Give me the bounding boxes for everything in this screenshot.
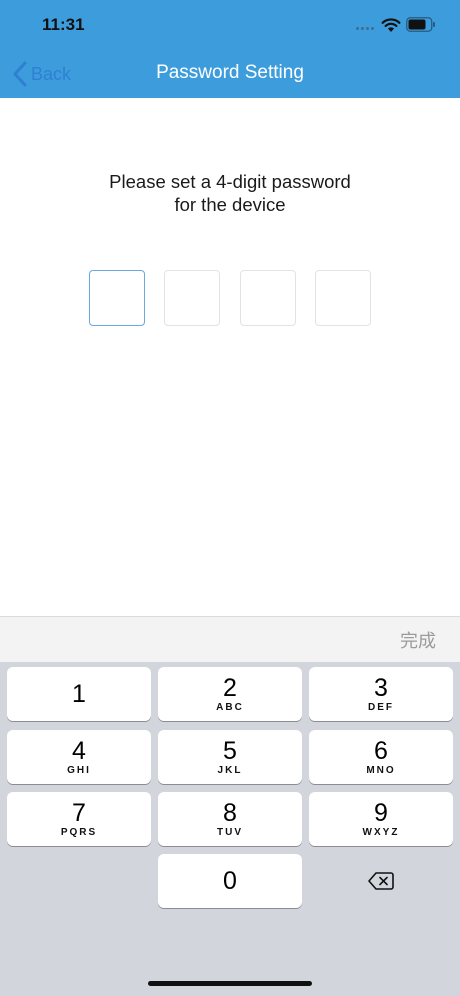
key-digit: 0 (223, 867, 237, 895)
key-8[interactable]: 8 TUV (158, 792, 302, 846)
key-3[interactable]: 3 DEF (309, 667, 453, 721)
key-letters: ABC (216, 702, 244, 713)
status-time: 11:31 (42, 15, 85, 34)
key-digit: 1 (72, 680, 86, 708)
pin-digit-box-2[interactable] (164, 270, 220, 326)
status-bar: 11:31 (0, 0, 460, 50)
key-letters: GHI (67, 765, 91, 776)
prompt-line-2: for the device (174, 194, 286, 215)
pin-digit-box-3[interactable] (240, 270, 296, 326)
battery-icon (406, 17, 435, 32)
navigation-bar: Back Password Setting (0, 50, 460, 98)
password-prompt: Please set a 4-digit password for the de… (0, 170, 460, 216)
key-7[interactable]: 7 PQRS (7, 792, 151, 846)
key-2[interactable]: 2 ABC (158, 667, 302, 721)
key-4[interactable]: 4 GHI (7, 730, 151, 784)
key-digit: 3 (374, 674, 388, 702)
key-letters: MNO (366, 765, 396, 776)
keyboard-toolbar: 完成 (0, 616, 460, 662)
numeric-keypad: 1 2 ABC 3 DEF 4 GHI 5 JKL 6 MNO 7 PQRS 8… (0, 662, 460, 996)
pin-digit-box-1[interactable] (89, 270, 145, 326)
key-digit: 9 (374, 799, 388, 827)
key-digit: 4 (72, 737, 86, 765)
page-title: Password Setting (156, 62, 304, 83)
key-1[interactable]: 1 (7, 667, 151, 721)
key-9[interactable]: 9 WXYZ (309, 792, 453, 846)
key-letters: PQRS (60, 827, 98, 838)
key-0[interactable]: 0 (158, 854, 302, 908)
key-letters: DEF (368, 702, 394, 713)
key-digit: 6 (374, 737, 388, 765)
pin-digit-box-4[interactable] (315, 270, 371, 326)
pin-input-row[interactable] (89, 270, 371, 326)
done-button[interactable]: 完成 (400, 627, 436, 653)
cellular-signal-icon (356, 27, 376, 31)
prompt-line-1: Please set a 4-digit password (109, 171, 351, 192)
key-digit: 7 (72, 799, 86, 827)
key-letters: JKL (217, 765, 243, 776)
key-6[interactable]: 6 MNO (309, 730, 453, 784)
key-digit: 2 (223, 674, 237, 702)
backspace-icon (368, 872, 394, 890)
app-header: 11:31 Back Password Setting (0, 0, 460, 98)
key-5[interactable]: 5 JKL (158, 730, 302, 784)
key-digit: 8 (223, 799, 237, 827)
key-digit: 5 (223, 737, 237, 765)
wifi-icon (381, 18, 401, 32)
home-indicator[interactable] (148, 981, 312, 986)
key-letters: WXYZ (362, 827, 400, 838)
key-letters: TUV (217, 827, 243, 838)
delete-key[interactable] (309, 854, 453, 908)
